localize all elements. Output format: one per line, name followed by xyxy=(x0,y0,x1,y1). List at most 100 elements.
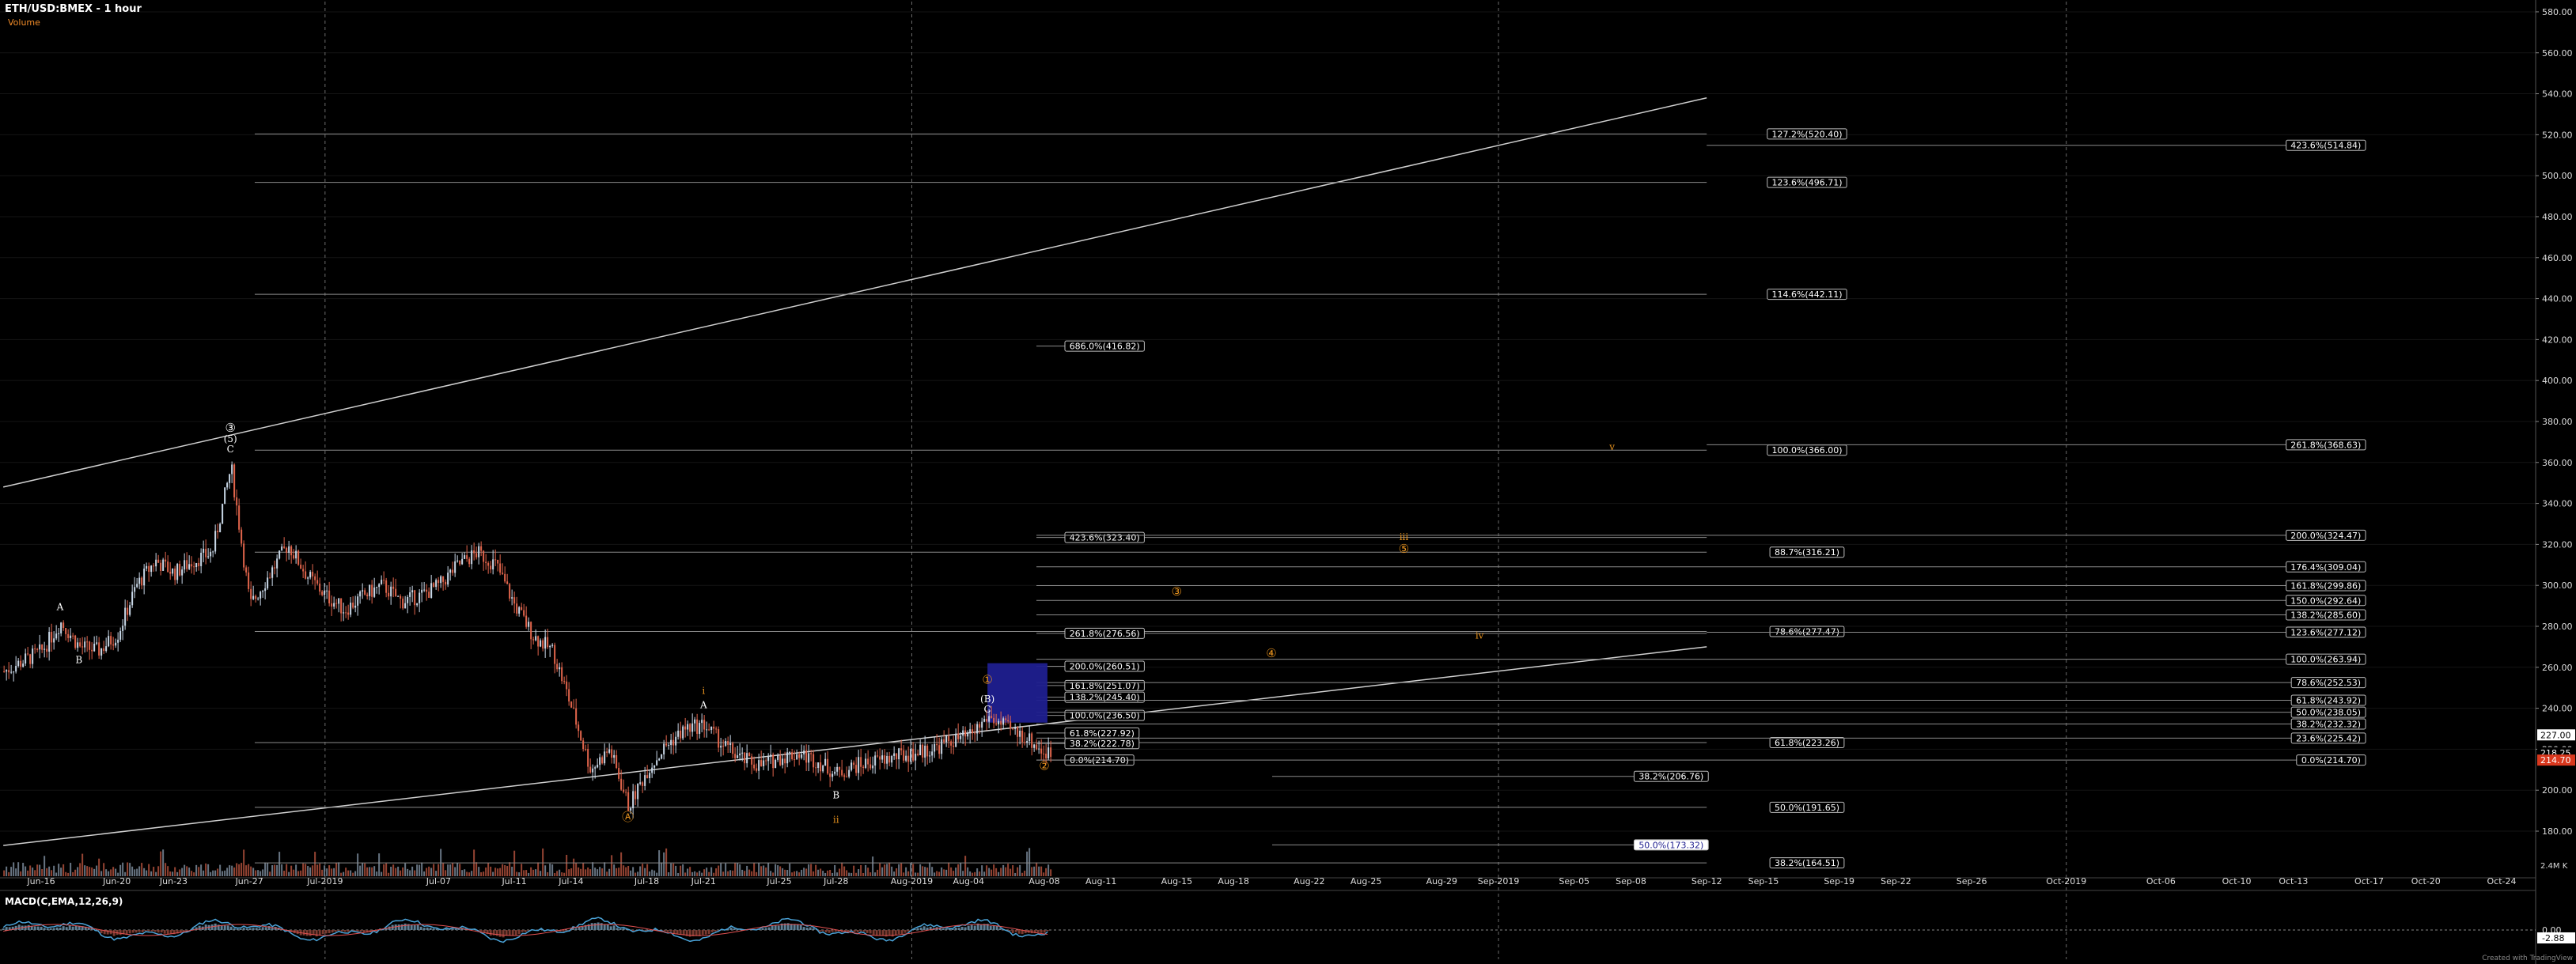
date-tick-label: Sep-26 xyxy=(1957,876,1987,887)
candle-body xyxy=(397,595,400,597)
candle-body xyxy=(129,605,131,615)
candle-body xyxy=(241,529,243,544)
candle-body xyxy=(594,767,597,769)
candle-body xyxy=(960,735,962,739)
volume-bar xyxy=(625,867,627,876)
candle-body xyxy=(312,572,314,577)
candle-body xyxy=(884,755,886,764)
candle-body xyxy=(378,584,381,588)
volume-bar xyxy=(874,872,877,876)
candle-body xyxy=(499,563,502,573)
candle-body xyxy=(174,568,176,580)
volume-bar xyxy=(157,866,160,876)
volume-bar xyxy=(960,863,962,876)
candle-body xyxy=(983,719,986,722)
volume-bar xyxy=(388,872,390,876)
volume-bar xyxy=(278,852,281,876)
price-chart[interactable]: 127.2%(520.40) 123.6%(496.71) 114.6%(442.1… xyxy=(0,0,2576,964)
candle-body xyxy=(17,660,20,667)
volume-bar xyxy=(452,863,454,876)
fib-label: 50.0%(238.05) xyxy=(2296,708,2361,718)
volume-bar xyxy=(179,869,181,876)
fib-label: 423.6%(514.84) xyxy=(2290,141,2361,151)
volume-bar xyxy=(376,871,378,876)
candle-body xyxy=(191,564,193,567)
volume-bar xyxy=(181,868,184,876)
date-tick-label: Oct-10 xyxy=(2222,876,2252,887)
volume-bar xyxy=(15,868,17,876)
candle-body xyxy=(950,741,953,746)
candle-body xyxy=(575,708,578,725)
candle-body xyxy=(222,504,224,524)
candle-body xyxy=(70,635,72,638)
volume-bar xyxy=(138,866,141,876)
volume-bar xyxy=(509,862,511,876)
price-tick-label: 300.00 xyxy=(2542,580,2573,591)
candle-body xyxy=(805,750,808,763)
candle-body xyxy=(1045,754,1047,759)
candle-body xyxy=(824,758,827,766)
volume-bar xyxy=(763,865,765,876)
volume-bar xyxy=(535,869,537,876)
candle-body xyxy=(392,586,395,589)
price-tick-label: 180.00 xyxy=(2542,826,2573,837)
candle-body xyxy=(385,580,388,593)
volume-bar xyxy=(1045,868,1047,876)
volume-bar xyxy=(544,865,547,876)
candle-body xyxy=(765,760,767,762)
candle-body xyxy=(601,757,604,764)
candle-body xyxy=(734,754,737,758)
candle-body xyxy=(893,753,896,756)
candle-body xyxy=(48,632,51,652)
candle-body xyxy=(777,755,779,760)
volume-bar xyxy=(143,868,146,876)
volume-bar xyxy=(129,863,131,876)
volume-bar xyxy=(274,864,276,876)
candle-body xyxy=(409,592,411,597)
volume-bar xyxy=(423,871,426,876)
volume-bar xyxy=(616,868,618,876)
candle-body xyxy=(898,748,900,760)
candle-body xyxy=(896,753,898,760)
volume-bar xyxy=(22,863,25,876)
candle-body xyxy=(993,717,995,724)
candle-body xyxy=(561,667,563,682)
volume-bar xyxy=(468,872,471,876)
candle-body xyxy=(193,566,195,568)
candle-body xyxy=(888,755,891,763)
candle-body xyxy=(542,640,544,649)
candle-body xyxy=(642,782,644,786)
candle-body xyxy=(639,782,642,784)
fib-label: 176.4%(309.04) xyxy=(2290,562,2361,573)
candle-body xyxy=(331,603,333,607)
candle-body xyxy=(122,626,124,631)
volume-bar xyxy=(710,867,713,876)
candle-body xyxy=(6,670,8,672)
volume-bar xyxy=(967,867,969,876)
volume-bar xyxy=(29,865,32,876)
volume-bar xyxy=(665,848,668,876)
price-tick-label: 240.00 xyxy=(2542,704,2573,714)
candle-body xyxy=(214,531,217,552)
volume-bar xyxy=(789,863,791,876)
candle-body xyxy=(103,648,105,652)
fib-label: 138.2%(285.60) xyxy=(2290,610,2361,620)
volume-bar xyxy=(200,864,203,876)
candle-body xyxy=(195,562,198,568)
target-zone[interactable] xyxy=(987,663,1047,723)
candle-body xyxy=(53,638,55,643)
candle-body xyxy=(770,754,772,757)
date-tick-label: Oct-20 xyxy=(2411,876,2441,887)
target-box[interactable] xyxy=(987,663,1047,723)
fib-label: 50.0%(191.65) xyxy=(1775,803,1839,813)
candle-body xyxy=(784,758,786,764)
volume-bar xyxy=(217,868,219,876)
volume-bar xyxy=(886,864,888,876)
candle-body xyxy=(585,749,587,750)
volume-bar xyxy=(364,863,366,876)
volume-bar xyxy=(680,865,682,876)
candle-body xyxy=(55,633,58,639)
volume-bar xyxy=(359,865,362,876)
candle-body xyxy=(224,487,226,505)
candle-body xyxy=(791,752,794,760)
